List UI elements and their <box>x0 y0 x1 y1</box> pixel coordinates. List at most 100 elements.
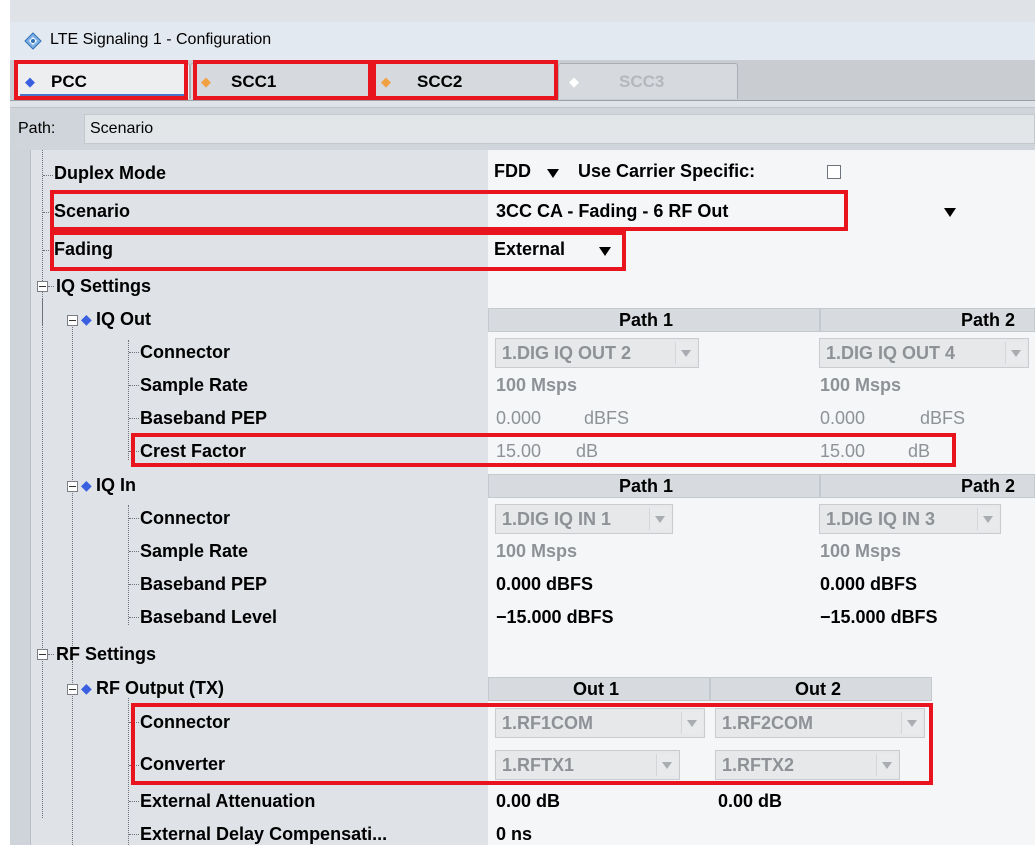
tree-branch <box>129 722 139 723</box>
tree-line <box>128 698 129 845</box>
rf-out2-ext-attenuation[interactable]: 0.00 dB <box>718 791 782 812</box>
collapse-icon[interactable] <box>67 481 78 492</box>
tree-branch <box>129 385 139 386</box>
iq-in-path1-baseband-pep: 0.000 dBFS <box>496 574 594 594</box>
fading-label: Fading <box>54 239 113 259</box>
rf-out2-header: Out 2 <box>710 677 932 701</box>
iq-in-path1-sample-rate: 100 Msps <box>496 541 578 561</box>
rf-connector-label: Connector <box>140 712 230 732</box>
use-carrier-specific-label: Use Carrier Specific: <box>578 161 756 181</box>
scc3-diamond-icon: ◆ <box>569 74 579 89</box>
configuration-tree: Duplex Mode FDD Use Carrier Specific: Sc… <box>10 150 1035 845</box>
iq-out-path2-crest-unit: dB <box>908 441 931 461</box>
tree-line <box>42 298 43 818</box>
rf-out1-ext-attenuation[interactable]: 0.00 dB <box>496 791 560 812</box>
rf-converter-label: Converter <box>140 754 226 774</box>
iq-out-path1-pep-unit: dBFS <box>584 408 630 428</box>
iq-in-baseband-level-label: Baseband Level <box>140 607 278 627</box>
rf-output-label: RF Output (TX) <box>96 678 224 698</box>
tree-branch <box>129 451 139 452</box>
scenario-label: Scenario <box>54 201 131 221</box>
active-tab-indicator <box>20 94 184 96</box>
rf-ext-delay-value[interactable]: 0 ns <box>496 824 532 845</box>
iq-in-path2-baseband-level: −15.000 dBFS <box>820 607 938 627</box>
scenario-dropdown-arrow-icon[interactable] <box>944 208 956 217</box>
iq-out-connector-label: Connector <box>140 342 230 362</box>
dropdown-arrow-icon[interactable] <box>977 508 998 530</box>
path-label: Path: <box>18 120 56 137</box>
tree-branch <box>129 617 139 618</box>
tree-line <box>128 505 129 625</box>
tree-branch <box>43 175 53 176</box>
diamond-icon: ◆ <box>81 477 92 493</box>
iq-in-path1-baseband-level: −15.000 dBFS <box>496 607 614 627</box>
collapse-icon[interactable] <box>37 649 48 660</box>
iq-in-path2-baseband-pep: 0.000 dBFS <box>820 574 918 594</box>
tree-branch <box>129 584 139 585</box>
tree-branch <box>129 518 139 519</box>
rf-out2-converter-select[interactable]: 1.RFTX2 <box>715 750 900 780</box>
duplex-mode-dropdown-arrow-icon[interactable] <box>547 169 559 178</box>
iq-in-path1-connector-select[interactable]: 1.DIG IQ IN 1 <box>495 504 673 534</box>
duplex-mode-label: Duplex Mode <box>54 163 167 183</box>
fading-dropdown-arrow-icon[interactable] <box>599 247 611 256</box>
dropdown-arrow-icon[interactable] <box>1005 342 1026 364</box>
dropdown-arrow-icon[interactable] <box>681 712 702 734</box>
collapse-icon[interactable] <box>67 315 78 326</box>
scenario-value[interactable]: 3CC CA - Fading - 6 RF Out <box>496 201 728 222</box>
cmw-app-icon <box>24 32 42 50</box>
carrier-tab-strip: ◆ PCC ◆ SCC1 ◆ SCC2 ◆ SCC3 <box>10 60 1035 101</box>
duplex-mode-value[interactable]: FDD <box>494 161 531 182</box>
tab-scc1-label: SCC1 <box>231 72 277 91</box>
dropdown-arrow-icon[interactable] <box>649 508 670 530</box>
tree-line <box>128 340 129 460</box>
iq-out-path1-crest-unit: dB <box>576 441 599 461</box>
tree-branch <box>48 654 54 655</box>
use-carrier-specific-checkbox[interactable] <box>827 165 841 179</box>
iq-out-path2-baseband-pep[interactable]: 0.000 <box>820 408 865 429</box>
iq-out-path2-crest-factor[interactable]: 15.00 <box>820 441 865 462</box>
rf-ext-delay-label: External Delay Compensati... <box>140 824 388 844</box>
tab-pcc[interactable]: ◆ PCC <box>14 63 190 99</box>
rf-out1-converter-select[interactable]: 1.RFTX1 <box>495 750 680 780</box>
iq-in-path2-header: Path 2 <box>820 474 1035 498</box>
diamond-icon: ◆ <box>81 311 92 327</box>
configuration-window: LTE Signaling 1 - Configuration ◆ PCC ◆ … <box>10 0 1035 845</box>
diamond-icon: ◆ <box>81 680 92 696</box>
iq-out-path1-baseband-pep[interactable]: 0.000 <box>496 408 541 429</box>
tab-scc2[interactable]: ◆ SCC2 <box>370 63 558 99</box>
iq-out-path1-crest-factor[interactable]: 15.00 <box>496 441 541 462</box>
dropdown-arrow-icon[interactable] <box>901 712 922 734</box>
dropdown-arrow-icon[interactable] <box>675 342 696 364</box>
tab-scc3[interactable]: ◆ SCC3 <box>558 63 738 99</box>
iq-in-path2-connector-select[interactable]: 1.DIG IQ IN 3 <box>819 504 1001 534</box>
tab-pcc-label: PCC <box>51 72 87 91</box>
tab-scc1[interactable]: ◆ SCC1 <box>190 63 370 99</box>
window-title: LTE Signaling 1 - Configuration <box>50 31 272 48</box>
iq-out-path1-sample-rate: 100 Msps <box>496 375 578 395</box>
tree-branch <box>129 418 139 419</box>
tab-scc3-label: SCC3 <box>619 72 665 91</box>
dropdown-arrow-icon[interactable] <box>656 754 677 776</box>
iq-out-path1-header: Path 1 <box>488 308 820 332</box>
dropdown-arrow-icon[interactable] <box>876 754 897 776</box>
iq-out-path2-connector-select[interactable]: 1.DIG IQ OUT 4 <box>819 338 1029 368</box>
iq-in-path2-sample-rate: 100 Msps <box>820 541 902 561</box>
tree-branch <box>129 352 139 353</box>
iq-out-path2-header: Path 2 <box>820 308 1035 332</box>
rf-out1-connector-select[interactable]: 1.RF1COM <box>495 708 705 738</box>
iq-out-path1-connector-select[interactable]: 1.DIG IQ OUT 2 <box>495 338 699 368</box>
tree-branch <box>129 765 139 766</box>
collapse-icon[interactable] <box>67 684 78 695</box>
tree-branch <box>129 801 139 802</box>
iq-out-crest-factor-label: Crest Factor <box>140 441 247 461</box>
path-value: Scenario <box>90 120 154 137</box>
path-bar: Path: Scenario <box>10 107 1035 151</box>
scc1-diamond-icon: ◆ <box>201 74 211 89</box>
collapse-icon[interactable] <box>37 281 48 292</box>
iq-out-sample-rate-label: Sample Rate <box>140 375 249 395</box>
rf-out2-connector-select[interactable]: 1.RF2COM <box>715 708 925 738</box>
fading-value[interactable]: External <box>494 239 565 260</box>
tree-branch <box>48 286 54 287</box>
tree-branch <box>129 551 139 552</box>
